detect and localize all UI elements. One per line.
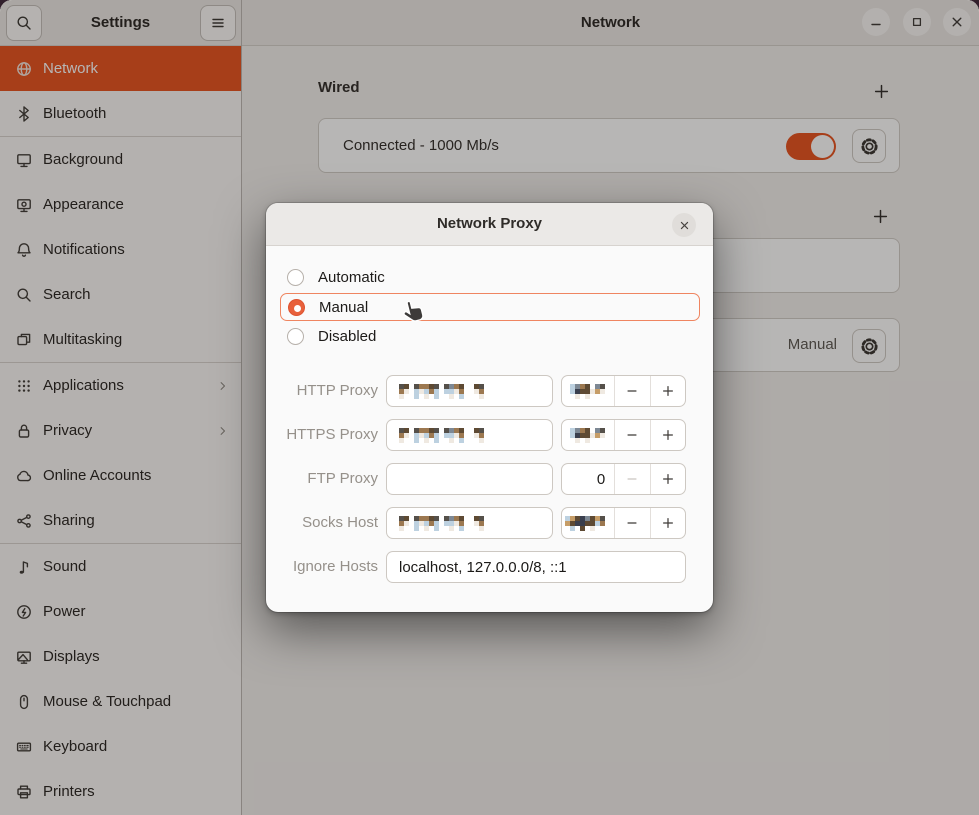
plus-icon: [661, 428, 675, 442]
redacted-https-proxy-value: [399, 428, 484, 443]
radio-label: Automatic: [318, 269, 385, 286]
radio-option-disabled[interactable]: Disabled: [280, 322, 700, 350]
ignore-hosts-label: Ignore Hosts: [266, 551, 378, 583]
socks-port-spinbox[interactable]: [561, 507, 686, 539]
ftp-proxy-label: FTP Proxy: [266, 463, 378, 495]
http-port-spinbox[interactable]: [561, 375, 686, 407]
minus-icon: [625, 472, 639, 486]
http-port-increment-button[interactable]: [650, 376, 685, 406]
plus-icon: [661, 472, 675, 486]
network-proxy-dialog: Network Proxy Automatic Manual Disabled …: [266, 203, 713, 612]
https-port-value[interactable]: [562, 420, 614, 450]
radio-label: Disabled: [318, 328, 376, 345]
minus-icon: [625, 428, 639, 442]
radio-checked-icon[interactable]: [288, 299, 305, 316]
socks-host-label: Socks Host: [266, 507, 378, 539]
https-port-decrement-button[interactable]: [614, 420, 649, 450]
ftp-port-spinbox[interactable]: 0: [561, 463, 686, 495]
plus-icon: [661, 516, 675, 530]
https-proxy-label: HTTPS Proxy: [266, 419, 378, 451]
ftp-port-value[interactable]: 0: [562, 464, 614, 494]
radio-option-manual[interactable]: Manual: [280, 293, 700, 321]
dialog-headerbar: Network Proxy: [266, 203, 713, 246]
redacted-port-value: [565, 516, 605, 531]
radio-unchecked-icon[interactable]: [287, 269, 304, 286]
https-port-spinbox[interactable]: [561, 419, 686, 451]
socks-port-decrement-button[interactable]: [614, 508, 649, 538]
minus-icon: [625, 384, 639, 398]
minus-icon: [625, 516, 639, 530]
https-proxy-field[interactable]: [386, 419, 553, 451]
socks-host-field[interactable]: [386, 507, 553, 539]
ftp-proxy-field[interactable]: [386, 463, 553, 495]
ignore-hosts-input[interactable]: [386, 551, 686, 583]
radio-label: Manual: [319, 299, 368, 316]
ftp-port-increment-button[interactable]: [650, 464, 685, 494]
socks-port-increment-button[interactable]: [650, 508, 685, 538]
redacted-port-value: [570, 428, 605, 443]
dialog-close-button[interactable]: [672, 213, 696, 237]
http-proxy-field[interactable]: [386, 375, 553, 407]
dialog-title: Network Proxy: [266, 203, 713, 245]
plus-icon: [661, 384, 675, 398]
http-port-value[interactable]: [562, 376, 614, 406]
http-port-decrement-button[interactable]: [614, 376, 649, 406]
radio-unchecked-icon[interactable]: [287, 328, 304, 345]
https-port-increment-button[interactable]: [650, 420, 685, 450]
socks-port-value[interactable]: [562, 508, 614, 538]
redacted-socks-host-value: [399, 516, 484, 531]
close-icon: [678, 219, 691, 232]
redacted-http-proxy-value: [399, 384, 484, 399]
http-proxy-label: HTTP Proxy: [266, 375, 378, 407]
settings-window: Settings Network Bluetooth Background Ap…: [0, 0, 979, 815]
ftp-port-decrement-button[interactable]: [614, 464, 649, 494]
redacted-port-value: [570, 384, 605, 399]
radio-option-automatic[interactable]: Automatic: [280, 263, 700, 291]
